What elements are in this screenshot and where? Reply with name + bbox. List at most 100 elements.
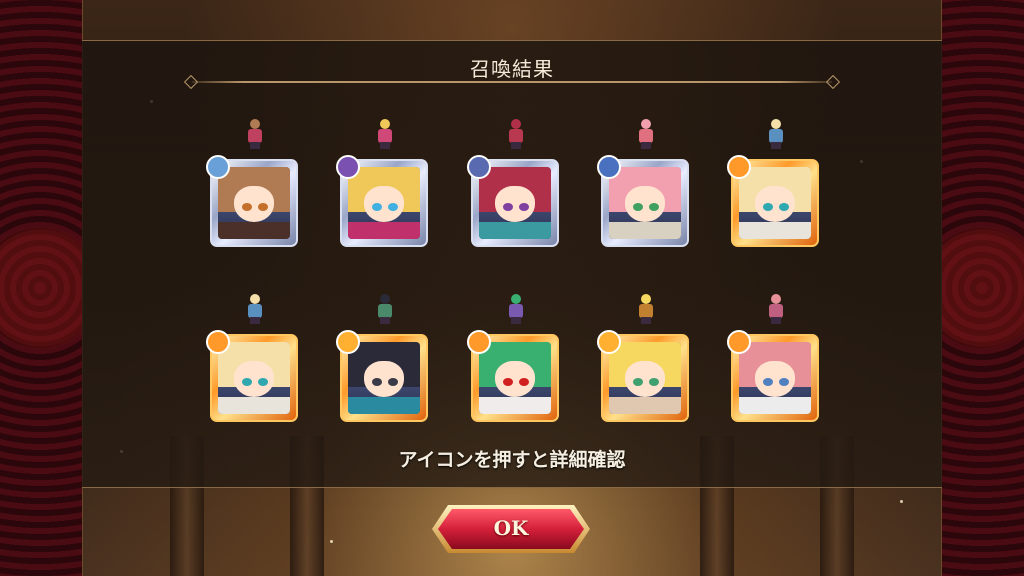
sprite-head: [771, 119, 781, 129]
sparkle: [900, 500, 903, 503]
unit-portrait-icon[interactable]: [467, 330, 559, 422]
portrait-face: [754, 360, 796, 397]
sprite-head: [511, 294, 521, 304]
sprite-head: [250, 294, 260, 304]
sprite-body: [769, 304, 783, 318]
unit-sprite: [635, 117, 657, 149]
class-emblem-icon: [206, 155, 230, 179]
unit-portrait-icon[interactable]: [206, 155, 298, 247]
sprite-body: [509, 129, 523, 143]
unit-portrait-icon[interactable]: [336, 330, 428, 422]
unit-portrait-icon[interactable]: [727, 330, 819, 422]
sprite-body: [248, 129, 262, 143]
unit-sprite: [765, 292, 787, 324]
result-unit-10[interactable]: [727, 292, 821, 422]
result-unit-8[interactable]: [467, 292, 561, 422]
sparkle: [330, 540, 333, 543]
portrait-face: [494, 185, 536, 222]
result-grid: [82, 41, 942, 487]
portrait-outfit: [479, 221, 551, 239]
ornament-left: [0, 0, 83, 576]
sprite-legs: [511, 142, 521, 149]
portrait-outfit: [739, 396, 811, 414]
sprite-head: [771, 294, 781, 304]
ok-button-label: OK: [493, 516, 529, 540]
portrait-face: [624, 185, 666, 222]
sprite-head: [641, 294, 651, 304]
unit-sprite: [374, 292, 396, 324]
class-emblem-icon: [206, 330, 230, 354]
summon-result-panel: 召喚結果 アイコンを押すと詳細確認: [82, 40, 942, 488]
portrait-outfit: [348, 396, 420, 414]
unit-portrait-icon[interactable]: [206, 330, 298, 422]
portrait-art: [739, 342, 811, 414]
sprite-head: [250, 119, 260, 129]
class-emblem-icon: [727, 330, 751, 354]
result-unit-4[interactable]: [597, 117, 691, 247]
result-unit-9[interactable]: [597, 292, 691, 422]
portrait-face: [363, 360, 405, 397]
result-unit-7[interactable]: [336, 292, 430, 422]
result-unit-5[interactable]: [727, 117, 821, 247]
class-emblem-icon: [467, 330, 491, 354]
portrait-art: [218, 342, 290, 414]
class-emblem-icon: [336, 330, 360, 354]
sprite-body: [769, 129, 783, 143]
sprite-legs: [511, 317, 521, 324]
portrait-outfit: [479, 396, 551, 414]
unit-portrait-icon[interactable]: [597, 155, 689, 247]
ok-button[interactable]: OK: [430, 503, 592, 555]
sprite-head: [511, 119, 521, 129]
portrait-outfit: [739, 221, 811, 239]
sprite-legs: [641, 142, 651, 149]
result-unit-2[interactable]: [336, 117, 430, 247]
sprite-legs: [771, 142, 781, 149]
portrait-art: [348, 167, 420, 239]
class-emblem-icon: [597, 330, 621, 354]
portrait-face: [363, 185, 405, 222]
portrait-face: [494, 360, 536, 397]
unit-sprite: [244, 292, 266, 324]
sprite-body: [639, 304, 653, 318]
result-unit-3[interactable]: [467, 117, 561, 247]
detail-hint: アイコンを押すと詳細確認: [398, 449, 626, 471]
unit-portrait-icon[interactable]: [467, 155, 559, 247]
class-emblem-icon: [597, 155, 621, 179]
portrait-outfit: [348, 221, 420, 239]
class-emblem-icon: [336, 155, 360, 179]
unit-sprite: [244, 117, 266, 149]
sprite-head: [380, 119, 390, 129]
unit-portrait-icon[interactable]: [597, 330, 689, 422]
portrait-art: [609, 167, 681, 239]
sprite-legs: [380, 317, 390, 324]
portrait-art: [218, 167, 290, 239]
unit-portrait-icon[interactable]: [336, 155, 428, 247]
portrait-face: [624, 360, 666, 397]
result-unit-6[interactable]: [206, 292, 300, 422]
portrait-art: [479, 342, 551, 414]
sprite-body: [509, 304, 523, 318]
sprite-legs: [771, 317, 781, 324]
unit-sprite: [505, 117, 527, 149]
unit-portrait-icon[interactable]: [727, 155, 819, 247]
portrait-face: [233, 185, 275, 222]
portrait-art: [479, 167, 551, 239]
unit-sprite: [635, 292, 657, 324]
portrait-art: [739, 167, 811, 239]
portrait-outfit: [218, 396, 290, 414]
sprite-legs: [380, 142, 390, 149]
sprite-body: [639, 129, 653, 143]
sprite-body: [378, 304, 392, 318]
portrait-art: [348, 342, 420, 414]
sprite-body: [378, 129, 392, 143]
class-emblem-icon: [727, 155, 751, 179]
sprite-legs: [250, 142, 260, 149]
sprite-legs: [250, 317, 260, 324]
sprite-body: [248, 304, 262, 318]
result-unit-1[interactable]: [206, 117, 300, 247]
sprite-head: [641, 119, 651, 129]
portrait-outfit: [609, 396, 681, 414]
sprite-head: [380, 294, 390, 304]
portrait-outfit: [218, 221, 290, 239]
ornament-right: [941, 0, 1024, 576]
